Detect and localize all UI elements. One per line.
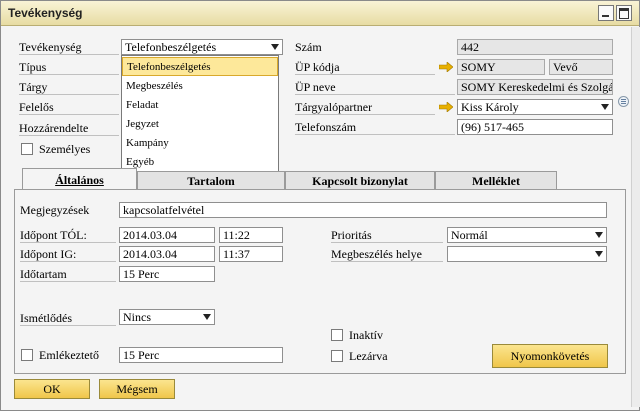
up-kodja-underline [295, 74, 435, 75]
tab-melleklet[interactable]: Melléklet [435, 171, 557, 189]
chevron-down-icon[interactable] [601, 104, 609, 110]
ismetlodes-select[interactable]: Nincs [119, 309, 215, 325]
idopont-tol-time-field[interactable]: 11:22 [219, 227, 283, 243]
inaktiv-checkbox[interactable] [331, 329, 343, 341]
dropdown-option-kampany[interactable]: Kampány [122, 134, 278, 153]
activity-select-value: Telefonbeszélgetés [125, 40, 217, 54]
felelos-label: Felelős [19, 100, 54, 114]
nyomonkovetes-button[interactable]: Nyomonkövetés [492, 344, 608, 368]
prioritas-select[interactable]: Normál [447, 227, 607, 243]
telefonszam-underline [295, 134, 455, 135]
activity-select[interactable]: Telefonbeszélgetés [121, 39, 283, 55]
minimize-button[interactable] [598, 5, 614, 21]
window-title: Tevékenység [8, 6, 83, 20]
prioritas-underline [331, 242, 443, 243]
hozzarendelte-label: Hozzárendelte [19, 121, 89, 135]
tevekenyseg-label: Tevékenység [19, 40, 82, 54]
up-kodja-label: ÜP kódja [295, 60, 340, 74]
targyalopartner-label: Tárgyalópartner [295, 100, 373, 114]
emlekezteto-checkbox[interactable] [21, 349, 33, 361]
window-scrollbar[interactable] [631, 27, 640, 407]
szemelyes-label: Személyes [39, 142, 91, 156]
chevron-down-icon[interactable] [595, 232, 603, 238]
prioritas-label: Prioritás [331, 228, 372, 242]
szam-field: 442 [457, 39, 613, 55]
inaktiv-label: Inaktív [349, 328, 383, 342]
chevron-down-icon[interactable] [271, 44, 279, 50]
felelos-underline [19, 114, 119, 115]
idopont-ig-underline [20, 261, 116, 262]
link-arrow-icon[interactable] [439, 102, 453, 112]
telefonszam-label: Telefonszám [295, 120, 357, 134]
dropdown-option-telefonbeszelgetes[interactable]: Telefonbeszélgetés [122, 57, 278, 76]
tab-altalanos[interactable]: Általános [22, 168, 137, 190]
dropdown-option-jegyzet[interactable]: Jegyzet [122, 115, 278, 134]
targyalopartner-value: Kiss Károly [461, 100, 519, 114]
idopont-ig-time-field[interactable]: 11:37 [219, 246, 283, 262]
idotartam-field[interactable]: 15 Perc [119, 266, 215, 282]
idopont-tol-label: Időpont TÓL: [20, 228, 87, 242]
lezarva-label: Lezárva [349, 349, 388, 363]
tevekenyseg-underline [19, 54, 119, 55]
lezarva-checkbox[interactable] [331, 350, 343, 362]
megjegyzesek-label: Megjegyzések [20, 203, 90, 217]
targy-underline [19, 94, 119, 95]
megjegyzesek-field[interactable]: kapcsolatfelvétel [119, 202, 607, 218]
emlekezteto-field[interactable]: 15 Perc [119, 347, 283, 363]
telefonszam-field[interactable]: (96) 517-465 [457, 119, 613, 135]
megsem-button[interactable]: Mégsem [99, 379, 175, 399]
ok-button[interactable]: OK [14, 379, 90, 399]
idotartam-label: Időtartam [20, 267, 67, 281]
ismetlodes-value: Nincs [123, 310, 151, 324]
activity-window: Tevékenység Tevékenység Típus Tárgy Fele… [0, 0, 640, 411]
up-neve-field[interactable]: SOMY Kereskedelmi és Szolgál [457, 79, 613, 95]
idotartam-underline [20, 281, 116, 282]
dropdown-option-feladat[interactable]: Feladat [122, 96, 278, 115]
szemelyes-checkbox[interactable] [21, 143, 33, 155]
megbeszeles-helye-select[interactable] [447, 246, 607, 262]
megbeszeles-helye-label: Megbeszélés helye [331, 247, 422, 261]
szam-label: Szám [295, 40, 322, 54]
tab-tartalom[interactable]: Tartalom [137, 171, 285, 189]
activity-dropdown: Telefonbeszélgetés Megbeszélés Feladat J… [121, 55, 279, 175]
tab-kapcsolt-bizonylat[interactable]: Kapcsolt bizonylat [285, 171, 435, 189]
title-bar[interactable]: Tevékenység [1, 1, 639, 26]
up-kodja-field[interactable]: SOMY [457, 59, 545, 75]
up-type-field: Vevő [549, 59, 613, 75]
link-arrow-icon[interactable] [439, 62, 453, 72]
idopont-tol-date-field[interactable]: 2014.03.04 [119, 227, 215, 243]
tipus-underline [19, 74, 119, 75]
targyalopartner-underline [295, 114, 435, 115]
megbeszeles-helye-underline [331, 261, 443, 262]
idopont-ig-date-field[interactable]: 2014.03.04 [119, 246, 215, 262]
tipus-label: Típus [19, 60, 47, 74]
targy-label: Tárgy [19, 80, 48, 94]
ismetlodes-label: Ismétlődés [20, 311, 72, 325]
chevron-down-icon[interactable] [203, 314, 211, 320]
emlekezteto-label: Emlékeztető [39, 348, 99, 362]
prioritas-value: Normál [451, 228, 488, 242]
idopont-tol-underline [20, 242, 116, 243]
dropdown-option-megbeszeles[interactable]: Megbeszélés [122, 77, 278, 96]
maximize-button[interactable] [616, 5, 632, 21]
targyalopartner-select[interactable]: Kiss Károly [457, 99, 613, 115]
dropdown-option-egyeb[interactable]: Egyéb [122, 153, 278, 172]
up-neve-underline [295, 94, 455, 95]
hozzarendelte-underline [19, 135, 119, 136]
idopont-ig-label: Időpont IG: [20, 247, 77, 261]
list-icon[interactable] [618, 96, 629, 107]
up-neve-label: ÜP neve [295, 80, 336, 94]
chevron-down-icon[interactable] [595, 251, 603, 257]
ismetlodes-underline [20, 325, 116, 326]
